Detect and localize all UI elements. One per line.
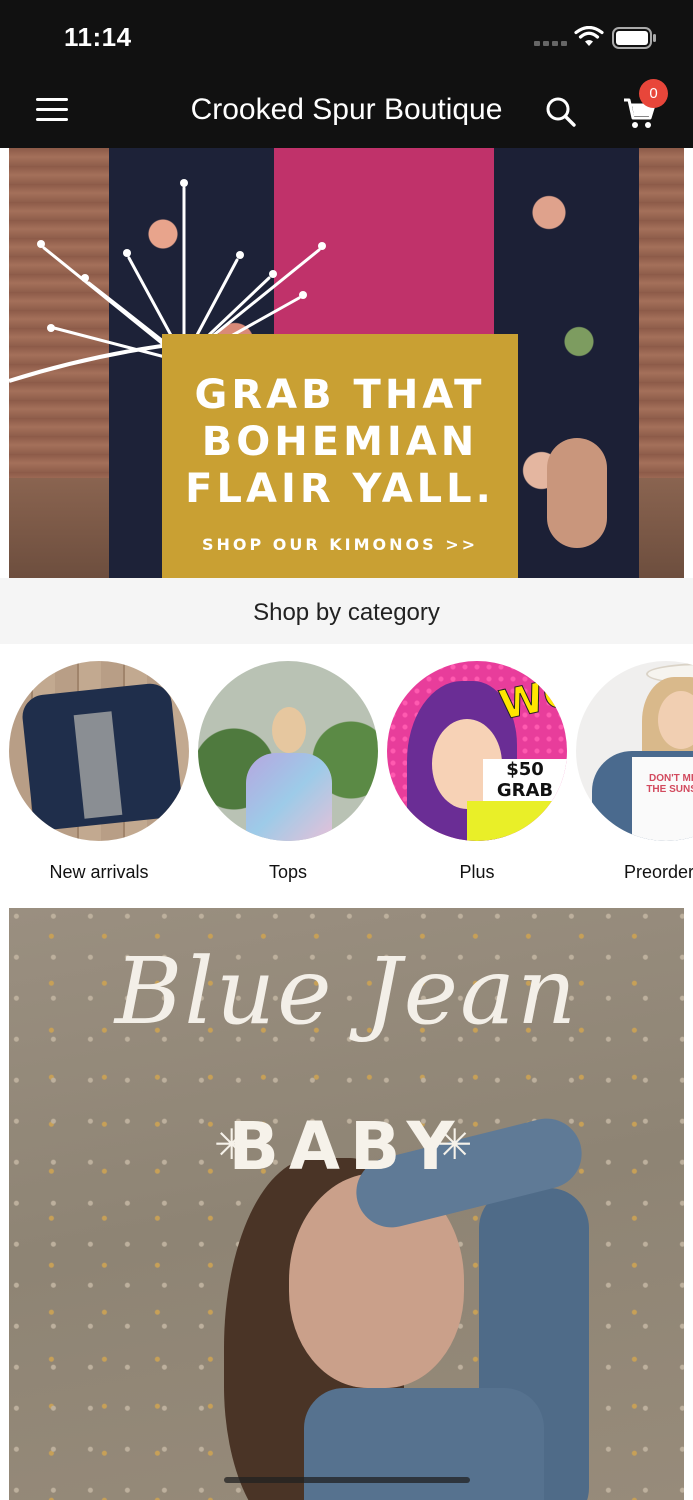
- category-tops[interactable]: Tops: [198, 661, 378, 883]
- menu-icon[interactable]: [36, 98, 68, 124]
- category-label: Tops: [268, 862, 308, 882]
- hero-banner[interactable]: GRAB THAT BOHEMIAN FLAIR YALL. SHOP OUR …: [9, 148, 684, 578]
- category-preorder[interactable]: DON'T MISS THE SUNSET Preorder it: [576, 661, 693, 883]
- category-heading: Shop by category: [0, 578, 693, 644]
- tops-image: [198, 661, 378, 841]
- category-label: New arrivals: [49, 862, 149, 882]
- promo-script-title: Blue Jean: [114, 938, 579, 1045]
- category-label: Preorder it: [623, 862, 693, 882]
- battery-icon: [612, 27, 656, 49]
- home-indicator[interactable]: [224, 1477, 470, 1483]
- preorder-image: DON'T MISS THE SUNSET: [576, 661, 693, 841]
- hero-text-box: GRAB THAT BOHEMIAN FLAIR YALL. SHOP OUR …: [162, 334, 518, 578]
- category-plus[interactable]: WOW $50 GRAB Plus: [387, 661, 567, 883]
- category-carousel[interactable]: New arrivals Tops WOW $50 GRAB Plus DON'…: [0, 644, 693, 906]
- cellular-signal-icon: [534, 41, 567, 46]
- navbar: Crooked Spur Boutique: [0, 76, 693, 148]
- promo-subtitle: BABY: [228, 1108, 465, 1185]
- new-arrivals-image: [9, 661, 189, 841]
- section-title: Shop by category: [253, 599, 440, 626]
- shop-kimonos-link[interactable]: SHOP OUR KIMONOS >>: [162, 535, 518, 554]
- cart-count-badge: 0: [639, 79, 668, 108]
- page-title: Crooked Spur Boutique: [190, 93, 503, 126]
- plus-image: WOW $50 GRAB: [387, 661, 567, 841]
- category-new-arrivals[interactable]: New arrivals: [9, 661, 189, 883]
- wifi-icon: [574, 26, 604, 46]
- category-label: Plus: [459, 862, 495, 882]
- search-icon[interactable]: [545, 96, 577, 128]
- hero-headline: GRAB THAT BOHEMIAN FLAIR YALL.: [185, 372, 495, 512]
- promo-banner[interactable]: Blue Jean ✳ ✳ BABY: [9, 908, 684, 1500]
- status-time: 11:14: [64, 22, 132, 52]
- status-bar: 11:14: [0, 0, 693, 76]
